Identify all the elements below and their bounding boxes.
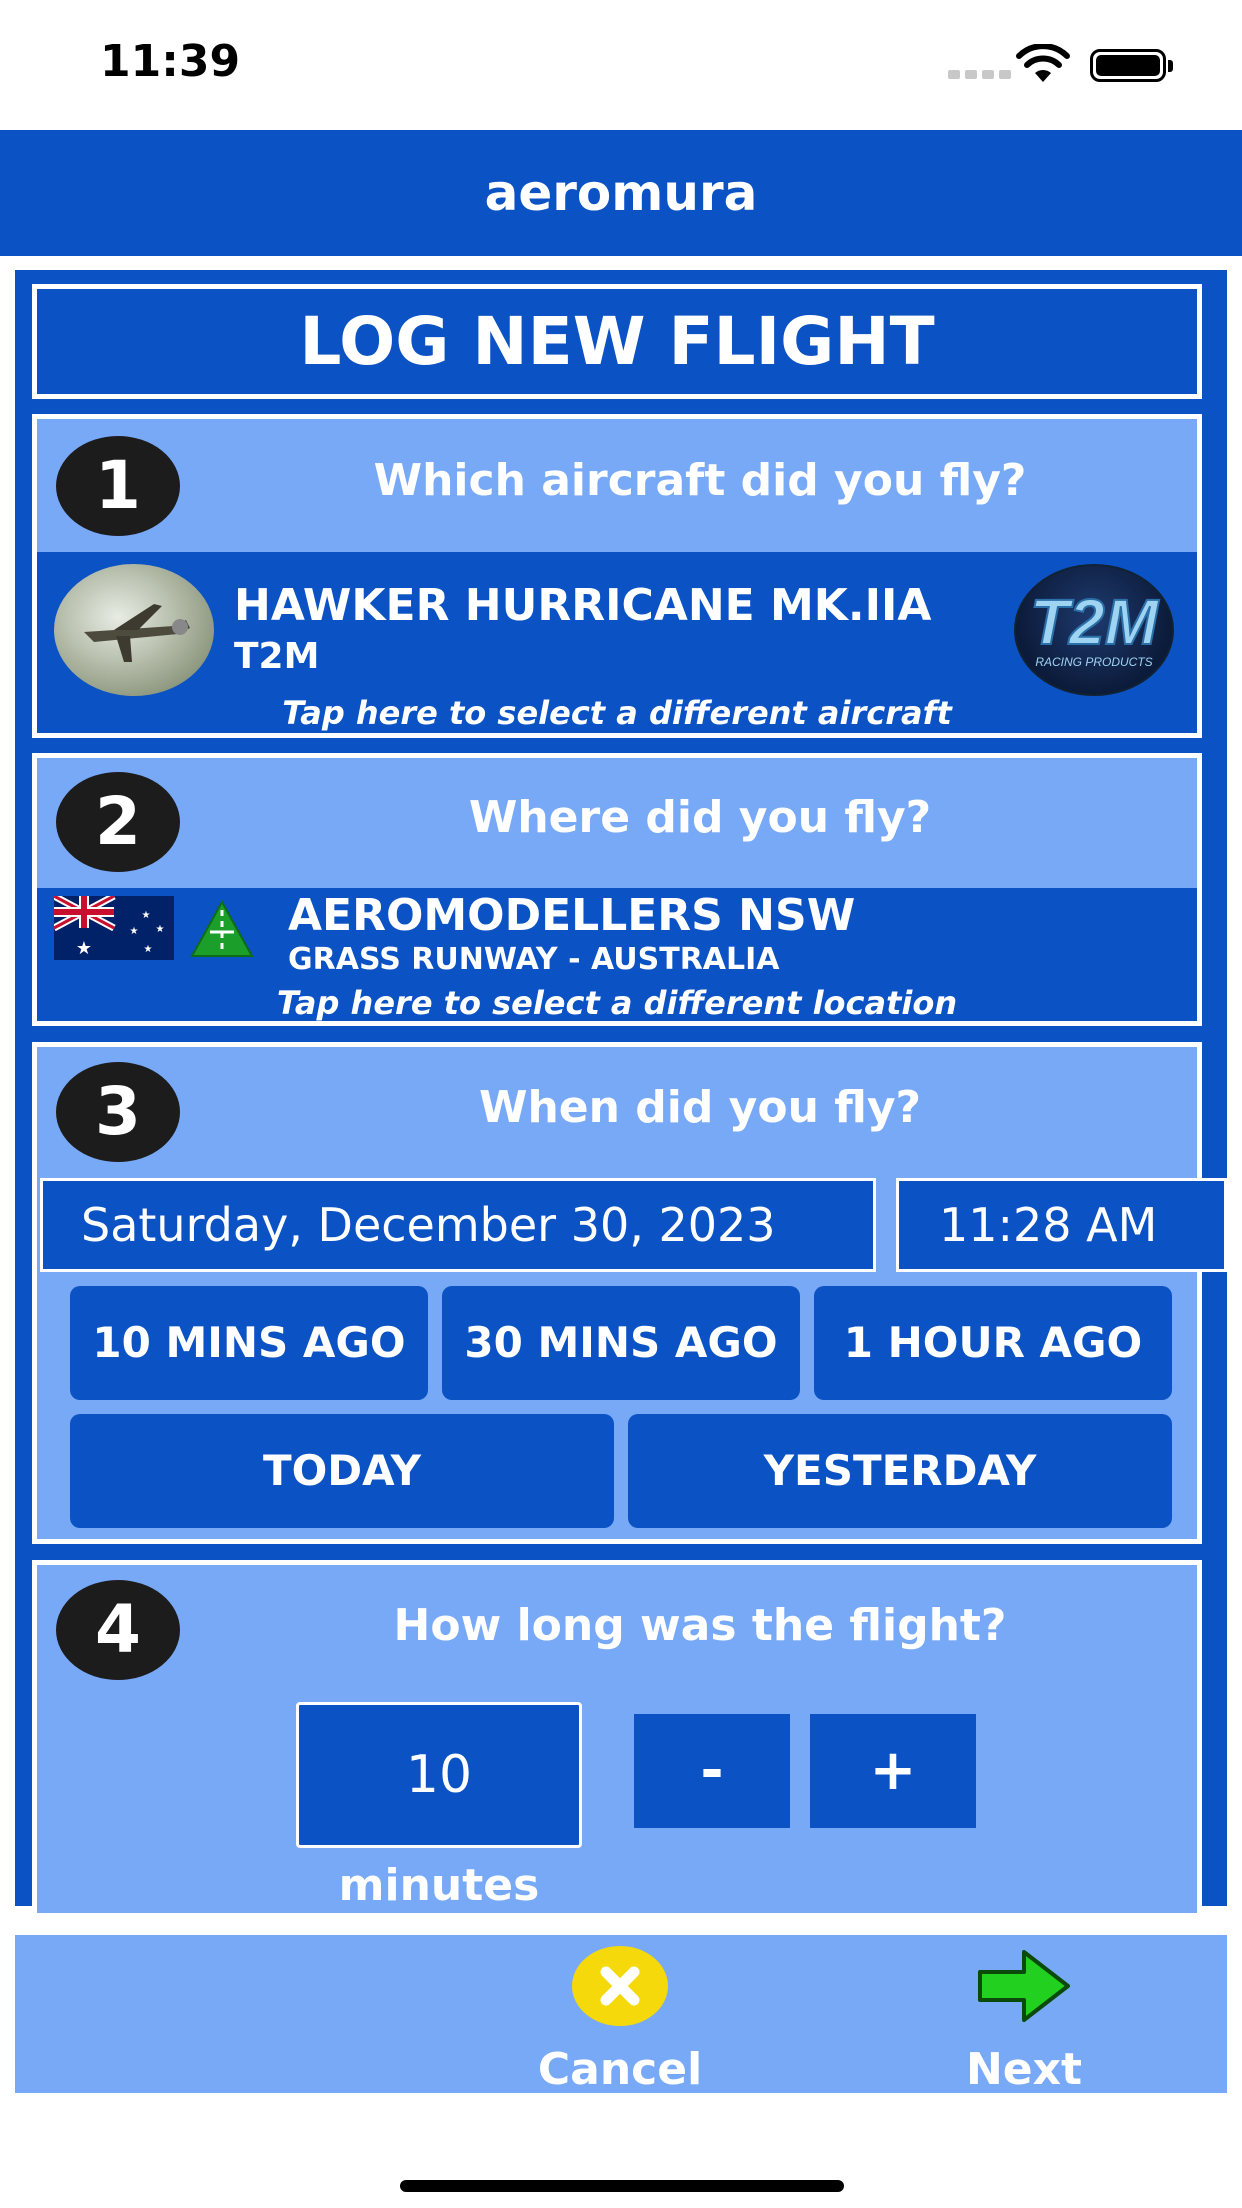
step-number-2: 2 (56, 772, 180, 872)
svg-text:★: ★ (156, 924, 165, 935)
svg-text:★: ★ (130, 926, 139, 937)
aircraft-photo (54, 564, 214, 696)
location-hint: Tap here to select a different location (276, 984, 958, 1022)
page-title: LOG NEW FLIGHT (32, 284, 1202, 399)
grass-runway-icon (190, 899, 254, 958)
location-detail: GRASS RUNWAY - AUSTRALIA (288, 942, 780, 977)
aircraft-manufacturer: T2M (234, 636, 320, 677)
yesterday-button[interactable]: YESTERDAY (628, 1414, 1172, 1528)
step-number-1: 1 (56, 436, 180, 536)
cancel-button[interactable]: Cancel (520, 2044, 720, 2095)
aircraft-hint: Tap here to select a different aircraft (282, 694, 952, 732)
one-hour-ago-button[interactable]: 1 HOUR AGO (814, 1286, 1172, 1400)
next-arrow-icon[interactable] (976, 1946, 1072, 2026)
australia-flag-icon: ★ ★ ★ ★ ★ (52, 892, 174, 960)
duration-unit: minutes (338, 1860, 540, 1911)
cellular-signal-icon (948, 64, 1016, 83)
aircraft-question: Which aircraft did you fly? (373, 455, 1027, 506)
date-field[interactable]: Saturday, December 30, 2023 (40, 1178, 876, 1272)
battery-icon (1090, 49, 1166, 82)
location-name: AEROMODELLERS NSW (288, 890, 856, 941)
increment-button[interactable]: + (810, 1714, 976, 1828)
location-question: Where did you fly? (468, 792, 932, 843)
decrement-button[interactable]: - (634, 1714, 790, 1828)
svg-text:RACING PRODUCTS: RACING PRODUCTS (1035, 655, 1152, 669)
step-number-4: 4 (56, 1580, 180, 1680)
duration-question: How long was the flight? (393, 1600, 1007, 1651)
app-header-title: aeromura (0, 130, 1242, 256)
cancel-icon[interactable] (572, 1946, 668, 2026)
today-button[interactable]: TODAY (70, 1414, 614, 1528)
svg-text:★: ★ (76, 938, 92, 959)
step-number-3: 3 (56, 1062, 180, 1162)
next-button[interactable]: Next (924, 2044, 1124, 2095)
status-time: 11:39 (100, 36, 241, 87)
battery-cap (1168, 60, 1173, 72)
home-indicator (400, 2180, 844, 2192)
wifi-icon (1015, 43, 1071, 88)
svg-text:T2M: T2M (1030, 586, 1160, 658)
duration-input[interactable]: 10 (296, 1702, 582, 1848)
svg-text:★: ★ (142, 910, 151, 921)
aircraft-name: HAWKER HURRICANE MK.IIA (234, 580, 932, 631)
ten-mins-ago-button[interactable]: 10 MINS AGO (70, 1286, 428, 1400)
manufacturer-logo: T2M RACING PRODUCTS (1014, 564, 1174, 696)
svg-text:★: ★ (144, 944, 153, 955)
time-field[interactable]: 11:28 AM (896, 1178, 1227, 1272)
when-question: When did you fly? (478, 1082, 922, 1133)
thirty-mins-ago-button[interactable]: 30 MINS AGO (442, 1286, 800, 1400)
